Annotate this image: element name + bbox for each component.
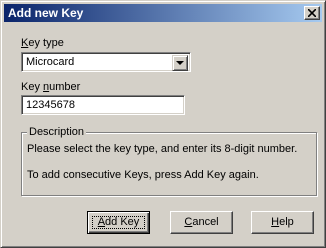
key-type-value: Microcard — [26, 56, 75, 68]
cancel-button[interactable]: Cancel — [170, 211, 233, 234]
key-number-field[interactable]: 12345678 — [21, 95, 185, 115]
description-line-1: Please select the key type, and enter it… — [27, 143, 298, 155]
focus-rectangle — [92, 216, 145, 229]
key-number-label: Key number — [21, 81, 81, 93]
description-line-2: To add consecutive Keys, press Add Key a… — [27, 169, 259, 181]
add-key-button[interactable]: Add Key — [87, 211, 150, 234]
description-title: Description — [27, 125, 87, 139]
window-title: Add new Key — [8, 6, 84, 20]
key-type-dropdown-button[interactable] — [172, 55, 188, 71]
description-group: Description Please select the key type, … — [21, 125, 317, 196]
close-icon — [308, 9, 316, 17]
key-type-label: Key type — [21, 37, 64, 49]
chevron-down-icon — [176, 61, 184, 65]
help-button[interactable]: Help — [251, 211, 314, 234]
title-bar[interactable]: Add new Key — [4, 4, 322, 22]
key-number-value: 12345678 — [26, 99, 75, 111]
close-button[interactable] — [304, 6, 320, 20]
key-type-combobox[interactable]: Microcard — [21, 52, 191, 72]
add-new-key-dialog: Add new Key Key type Microcard Key numbe… — [0, 0, 326, 248]
